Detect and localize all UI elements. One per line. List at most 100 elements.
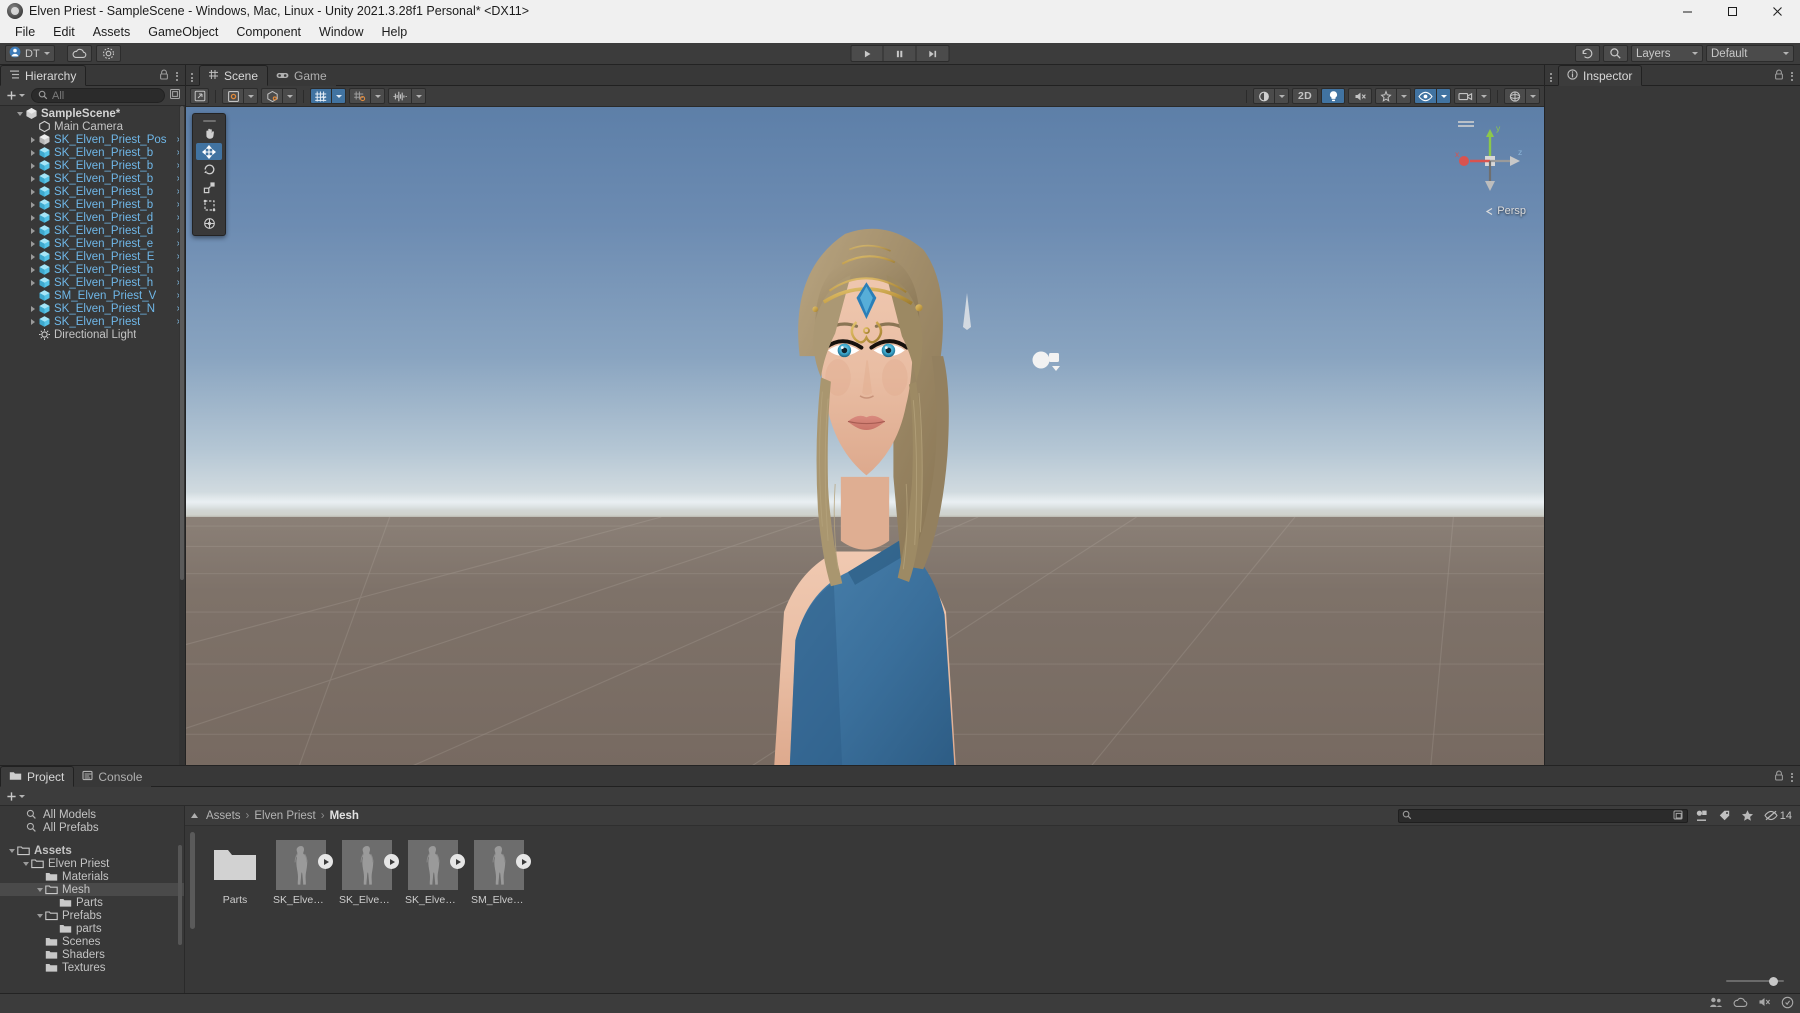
menu-assets[interactable]: Assets (84, 22, 140, 43)
asset-item[interactable]: SM_Elven_... (471, 840, 531, 906)
draw-mode-dropdown[interactable] (261, 88, 297, 104)
lighting-toggle-button[interactable] (1321, 88, 1345, 104)
hierarchy-row[interactable]: SK_Elven_Priest_b› (0, 146, 185, 159)
project-menu-icon[interactable] (1791, 772, 1793, 782)
hierarchy-scroll-thumb[interactable] (180, 106, 184, 581)
hierarchy-row[interactable]: SK_Elven_Priest_h› (0, 276, 185, 289)
project-folder-row[interactable]: Parts (0, 896, 184, 909)
expand-arrow-icon[interactable] (27, 227, 38, 234)
minimize-button[interactable] (1665, 0, 1710, 22)
hierarchy-search-input[interactable] (52, 89, 158, 102)
asset-grid-scrollbar[interactable] (189, 826, 196, 993)
lock-icon[interactable] (1774, 69, 1784, 83)
collab-icon[interactable] (1709, 996, 1723, 1011)
hierarchy-row[interactable]: SK_Elven_Priest_E› (0, 250, 185, 263)
fx-dropdown[interactable] (1253, 88, 1289, 104)
hierarchy-row[interactable]: SK_Elven_Priest_e› (0, 237, 185, 250)
search-by-label-icon[interactable] (1715, 808, 1734, 824)
scene-camera-dropdown[interactable] (1454, 88, 1491, 104)
hierarchy-row[interactable]: SK_Elven_Priest_b› (0, 159, 185, 172)
hierarchy-add-button[interactable] (4, 90, 27, 101)
expand-arrow-icon[interactable] (27, 318, 38, 325)
thumbnail-size-slider[interactable] (1726, 975, 1784, 987)
expand-arrow-icon[interactable] (20, 861, 31, 866)
project-favorite-row[interactable]: All Models (0, 808, 184, 821)
expand-arrow-icon[interactable] (27, 175, 38, 182)
hierarchy-row[interactable]: SK_Elven_Priest_h› (0, 263, 185, 276)
scene-viewport[interactable]: x y z Persp (186, 107, 1544, 765)
scene-axis-gizmo[interactable]: x y z (1452, 117, 1528, 205)
audio-mute-button[interactable] (1348, 88, 1372, 104)
menu-file[interactable]: File (6, 22, 44, 43)
expand-arrow-icon[interactable] (27, 305, 38, 312)
selection-handle-icon[interactable] (1028, 344, 1068, 374)
project-search[interactable] (1397, 808, 1688, 823)
hierarchy-row[interactable]: Main Camera (0, 120, 185, 133)
project-search-input[interactable] (1415, 809, 1669, 822)
project-folder-row[interactable]: Textures (0, 961, 184, 974)
pause-button[interactable] (883, 45, 917, 62)
hierarchy-row[interactable]: SK_Elven_Priest_d› (0, 224, 185, 237)
slider-knob[interactable] (1769, 976, 1778, 986)
hierarchy-row[interactable]: SampleScene* (0, 107, 185, 120)
close-button[interactable] (1755, 0, 1800, 22)
favorite-star-icon[interactable] (1738, 808, 1757, 824)
hierarchy-row[interactable]: SK_Elven_Priest_b› (0, 198, 185, 211)
tab-console[interactable]: Console (74, 766, 152, 787)
scene-panel-menu-icon[interactable] (191, 73, 193, 82)
asset-item[interactable]: SK_Elven_... (339, 840, 399, 906)
search-expand-icon[interactable] (1673, 810, 1684, 821)
snap-increment-dropdown[interactable] (349, 88, 385, 104)
project-add-button[interactable] (4, 791, 27, 802)
scale-tool-button[interactable] (196, 179, 222, 196)
hierarchy-row[interactable]: SK_Elven_Priest_b› (0, 172, 185, 185)
project-folder-row[interactable]: Elven Priest (0, 857, 184, 870)
hierarchy-row[interactable]: SK_Elven_Priest_Pos› (0, 133, 185, 146)
maximize-panel-button[interactable] (190, 88, 209, 104)
project-folder-row[interactable]: Shaders (0, 948, 184, 961)
expand-arrow-icon[interactable] (27, 201, 38, 208)
expand-arrow-icon[interactable] (27, 214, 38, 221)
expand-arrow-icon[interactable] (14, 111, 25, 116)
tab-game[interactable]: Game (268, 65, 336, 86)
asset-item[interactable]: SK_Elven_... (273, 840, 333, 906)
rotate-tool-button[interactable] (196, 161, 222, 178)
hierarchy-row[interactable]: SK_Elven_Priest_b› (0, 185, 185, 198)
preview-play-button[interactable] (384, 854, 399, 869)
expand-arrow-icon[interactable] (27, 188, 38, 195)
asset-grid-area[interactable]: Parts SK_Elven_... SK_Elven_... SK_Elven_..… (185, 826, 1800, 993)
hierarchy-row[interactable]: SM_Elven_Priest_V› (0, 289, 185, 302)
menu-gameobject[interactable]: GameObject (139, 22, 227, 43)
account-button[interactable]: DT (5, 45, 55, 62)
hierarchy-search-options-icon[interactable] (169, 88, 181, 103)
preview-play-button[interactable] (516, 854, 531, 869)
project-tree-scroll-thumb[interactable] (178, 844, 182, 946)
gizmos-dropdown[interactable] (1504, 88, 1540, 104)
undo-history-button[interactable] (1575, 45, 1600, 62)
project-tree-scrollbar[interactable] (177, 808, 183, 991)
hierarchy-menu-icon[interactable] (176, 71, 178, 81)
notification-icon[interactable] (1781, 996, 1794, 1012)
hierarchy-row[interactable]: SK_Elven_Priest_d› (0, 211, 185, 224)
expand-arrow-icon[interactable] (6, 848, 17, 853)
lock-icon[interactable] (1774, 770, 1784, 784)
inspector-menu-icon[interactable] (1791, 71, 1793, 81)
audio-dropdown[interactable] (388, 88, 426, 104)
mute-audio-icon[interactable] (1758, 996, 1771, 1011)
layers-dropdown[interactable]: Layers (1631, 45, 1703, 62)
effects-dropdown[interactable] (1375, 88, 1411, 104)
hierarchy-search[interactable] (31, 88, 165, 103)
expand-arrow-icon[interactable] (27, 149, 38, 156)
settings-button[interactable] (95, 45, 121, 62)
project-folder-row[interactable]: parts (0, 922, 184, 935)
preview-play-button[interactable] (318, 854, 333, 869)
2d-toggle-button[interactable]: 2D (1292, 88, 1318, 104)
rect-tool-button[interactable] (196, 197, 222, 214)
tab-hierarchy[interactable]: Hierarchy (0, 65, 87, 86)
palette-drag-handle[interactable] (196, 117, 222, 124)
breadcrumb-mesh[interactable]: Mesh (330, 810, 359, 822)
move-tool-button[interactable] (196, 143, 222, 160)
inspector-body[interactable] (1545, 86, 1800, 765)
breadcrumb-elven-priest[interactable]: Elven Priest (254, 810, 315, 822)
hierarchy-row[interactable]: SK_Elven_Priest› (0, 315, 185, 328)
